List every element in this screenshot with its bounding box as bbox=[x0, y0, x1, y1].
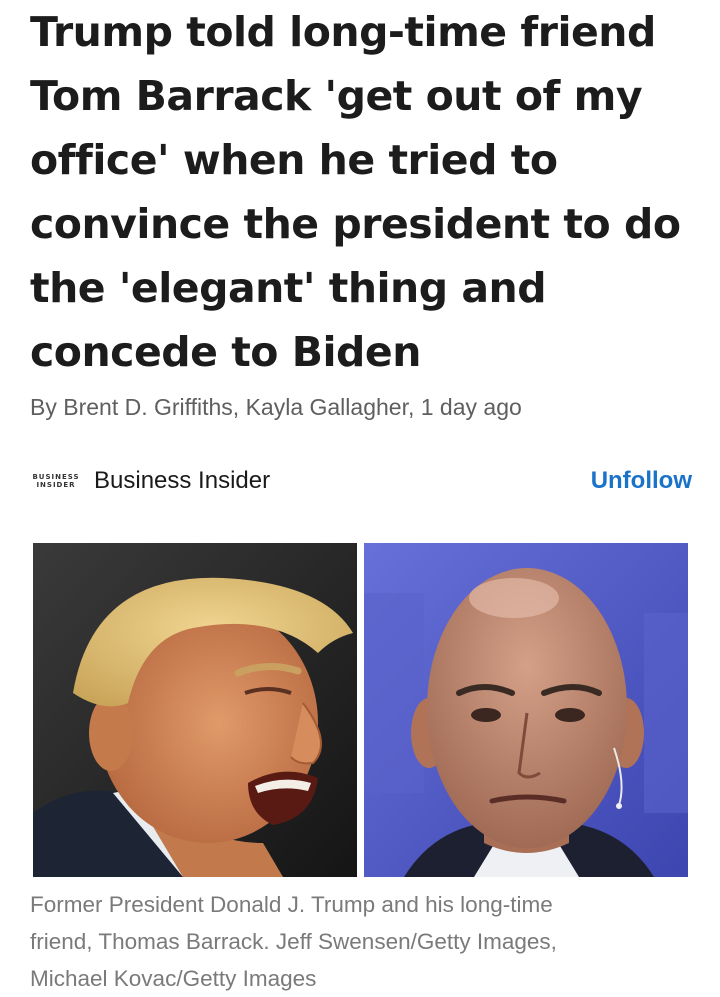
source-name[interactable]: Business Insider bbox=[94, 467, 270, 495]
barrack-photo[interactable] bbox=[364, 543, 688, 877]
photo-caption: Former President Donald J. Trump and his… bbox=[30, 886, 680, 997]
headline-line: office' when he tried to bbox=[30, 136, 558, 184]
headline-line: convince the president to do bbox=[30, 200, 681, 248]
caption-line: Former President Donald J. Trump and his… bbox=[30, 892, 553, 917]
logo-text: BUSINESS bbox=[32, 473, 80, 481]
caption-line: Michael Kovac/Getty Images bbox=[30, 966, 317, 991]
caption-line: friend, Thomas Barrack. Jeff Swensen/Get… bbox=[30, 929, 557, 954]
article-headline: Trump told long-time friend Tom Barrack … bbox=[30, 0, 700, 384]
business-insider-logo[interactable]: BUSINESS INSIDER bbox=[30, 473, 82, 489]
article-byline: By Brent D. Griffiths, Kayla Gallagher, … bbox=[30, 394, 522, 420]
unfollow-button[interactable]: Unfollow bbox=[591, 467, 692, 495]
source-row: BUSINESS INSIDER Business Insider Unfoll… bbox=[30, 464, 692, 498]
trump-photo[interactable] bbox=[33, 543, 357, 877]
headline-line: the 'elegant' thing and bbox=[30, 264, 547, 312]
headline-line: Tom Barrack 'get out of my bbox=[30, 72, 643, 120]
article-photos bbox=[33, 543, 688, 877]
headline-line: Trump told long-time friend bbox=[30, 8, 656, 56]
headline-line: concede to Biden bbox=[30, 328, 421, 376]
logo-text: INSIDER bbox=[36, 481, 76, 489]
